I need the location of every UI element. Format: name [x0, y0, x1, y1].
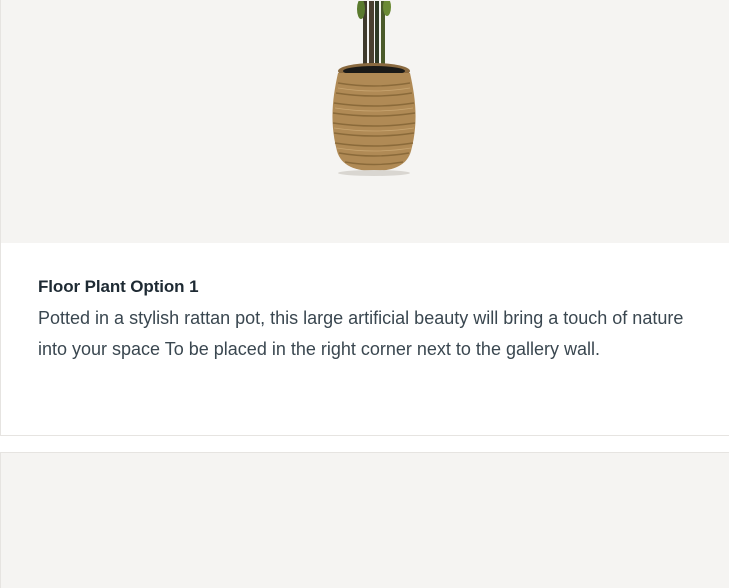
potted-plant-rattan-image: [332, 1, 416, 176]
product-description: Potted in a stylish rattan pot, this lar…: [38, 308, 684, 359]
product-title: Floor Plant Option 1: [38, 277, 199, 296]
product-image-area[interactable]: [1, 0, 729, 243]
product-card[interactable]: Floor Plant Option 1 Potted in a stylish…: [0, 0, 729, 436]
pot-shadow: [338, 170, 410, 176]
product-card-body: Floor Plant Option 1 Potted in a stylish…: [38, 277, 708, 365]
product-image-area[interactable]: [1, 453, 729, 588]
product-list: Floor Plant Option 1 Potted in a stylish…: [0, 0, 729, 588]
product-card[interactable]: [0, 452, 729, 588]
plant-stem: [375, 1, 379, 71]
